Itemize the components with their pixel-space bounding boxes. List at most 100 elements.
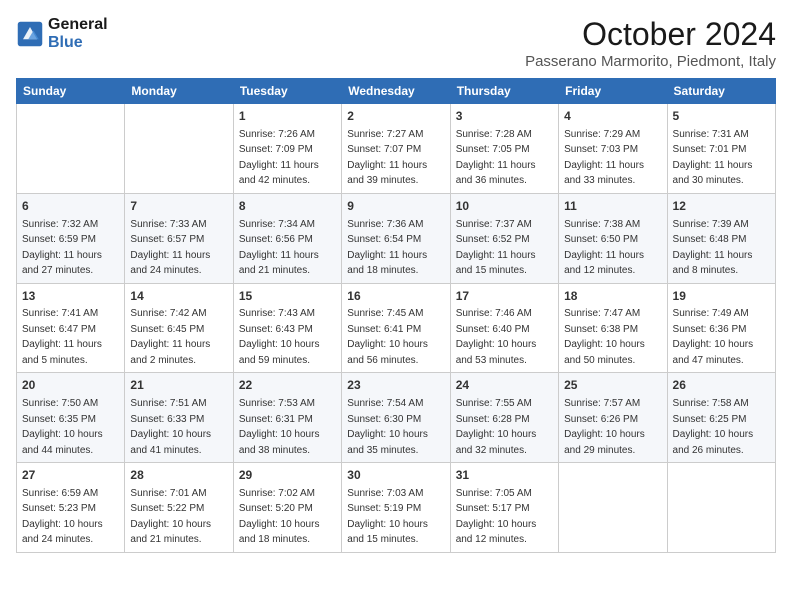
logo: General Blue	[16, 16, 108, 52]
calendar-cell: 16 Sunrise: 7:45 AMSunset: 6:41 PMDayligh…	[342, 283, 450, 373]
calendar-cell: 28 Sunrise: 7:01 AMSunset: 5:22 PMDayligh…	[125, 463, 233, 553]
day-number: 4	[564, 108, 661, 125]
day-number: 1	[239, 108, 336, 125]
calendar-cell: 21Sunrise: 7:51 AMSunset: 6:33 PMDayligh…	[125, 373, 233, 463]
day-info: Sunrise: 7:28 AMSunset: 7:05 PMDaylight:…	[456, 129, 536, 187]
calendar-cell: 10 Sunrise: 7:37 AMSunset: 6:52 PMDayligh…	[450, 193, 558, 283]
day-info: Sunrise: 7:54 AMSunset: 6:30 PMDaylight:…	[347, 398, 428, 456]
day-number: 30	[347, 467, 444, 484]
calendar-cell	[559, 463, 667, 553]
calendar-cell: 15 Sunrise: 7:43 AMSunset: 6:43 PMDayligh…	[233, 283, 341, 373]
day-info: Sunrise: 7:26 AMSunset: 7:09 PMDaylight:…	[239, 129, 319, 187]
calendar-cell: 19Sunrise: 7:49 AMSunset: 6:36 PMDayligh…	[667, 283, 775, 373]
day-info: Sunrise: 7:45 AMSunset: 6:41 PMDaylight:…	[347, 308, 428, 366]
calendar-cell: 8 Sunrise: 7:34 AMSunset: 6:56 PMDaylight…	[233, 193, 341, 283]
day-info: Sunrise: 7:34 AMSunset: 6:56 PMDaylight:…	[239, 219, 319, 277]
weekday-header-sunday: Sunday	[17, 79, 125, 104]
day-info: Sunrise: 7:47 AMSunset: 6:38 PMDaylight:…	[564, 308, 645, 366]
day-number: 13	[22, 288, 119, 305]
day-info: Sunrise: 7:50 AMSunset: 6:35 PMDaylight:…	[22, 398, 103, 456]
day-info: Sunrise: 7:41 AMSunset: 6:47 PMDaylight:…	[22, 308, 102, 366]
day-info: Sunrise: 7:58 AMSunset: 6:25 PMDaylight:…	[673, 398, 754, 456]
calendar-cell: 20 Sunrise: 7:50 AMSunset: 6:35 PMDayligh…	[17, 373, 125, 463]
day-number: 18	[564, 288, 661, 305]
location: Passerano Marmorito, Piedmont, Italy	[525, 53, 776, 70]
calendar-cell: 24 Sunrise: 7:55 AMSunset: 6:28 PMDayligh…	[450, 373, 558, 463]
weekday-header-tuesday: Tuesday	[233, 79, 341, 104]
calendar-cell: 13 Sunrise: 7:41 AMSunset: 6:47 PMDayligh…	[17, 283, 125, 373]
day-info: Sunrise: 7:55 AMSunset: 6:28 PMDaylight:…	[456, 398, 537, 456]
day-number: 25	[564, 377, 661, 394]
calendar-cell: 26 Sunrise: 7:58 AMSunset: 6:25 PMDayligh…	[667, 373, 775, 463]
day-info: Sunrise: 7:27 AMSunset: 7:07 PMDaylight:…	[347, 129, 427, 187]
day-number: 6	[22, 198, 119, 215]
calendar-cell: 1 Sunrise: 7:26 AMSunset: 7:09 PMDaylight…	[233, 104, 341, 194]
day-number: 20	[22, 377, 119, 394]
day-info: Sunrise: 7:33 AMSunset: 6:57 PMDaylight:…	[130, 219, 210, 277]
calendar-table: SundayMondayTuesdayWednesdayThursdayFrid…	[16, 78, 776, 553]
calendar-cell: 9Sunrise: 7:36 AMSunset: 6:54 PMDaylight…	[342, 193, 450, 283]
calendar-cell: 22Sunrise: 7:53 AMSunset: 6:31 PMDayligh…	[233, 373, 341, 463]
calendar-cell: 18 Sunrise: 7:47 AMSunset: 6:38 PMDayligh…	[559, 283, 667, 373]
day-info: Sunrise: 7:32 AMSunset: 6:59 PMDaylight:…	[22, 219, 102, 277]
day-number: 29	[239, 467, 336, 484]
day-number: 27	[22, 467, 119, 484]
calendar-week-2: 6 Sunrise: 7:32 AMSunset: 6:59 PMDaylight…	[17, 193, 776, 283]
day-info: Sunrise: 7:31 AMSunset: 7:01 PMDaylight:…	[673, 129, 753, 187]
weekday-header-saturday: Saturday	[667, 79, 775, 104]
day-number: 26	[673, 377, 770, 394]
day-number: 31	[456, 467, 553, 484]
calendar-cell: 5 Sunrise: 7:31 AMSunset: 7:01 PMDaylight…	[667, 104, 775, 194]
day-info: Sunrise: 7:36 AMSunset: 6:54 PMDaylight:…	[347, 219, 427, 277]
day-number: 16	[347, 288, 444, 305]
calendar-cell: 14Sunrise: 7:42 AMSunset: 6:45 PMDayligh…	[125, 283, 233, 373]
day-info: Sunrise: 7:42 AMSunset: 6:45 PMDaylight:…	[130, 308, 210, 366]
calendar-cell	[17, 104, 125, 194]
day-number: 3	[456, 108, 553, 125]
title-block: October 2024 Passerano Marmorito, Piedmo…	[525, 16, 776, 70]
weekday-header-friday: Friday	[559, 79, 667, 104]
calendar-week-5: 27 Sunrise: 6:59 AMSunset: 5:23 PMDayligh…	[17, 463, 776, 553]
calendar-cell: 11 Sunrise: 7:38 AMSunset: 6:50 PMDayligh…	[559, 193, 667, 283]
weekday-header-wednesday: Wednesday	[342, 79, 450, 104]
calendar-cell: 3 Sunrise: 7:28 AMSunset: 7:05 PMDaylight…	[450, 104, 558, 194]
calendar-week-4: 20 Sunrise: 7:50 AMSunset: 6:35 PMDayligh…	[17, 373, 776, 463]
day-info: Sunrise: 7:38 AMSunset: 6:50 PMDaylight:…	[564, 219, 644, 277]
calendar-cell: 6 Sunrise: 7:32 AMSunset: 6:59 PMDaylight…	[17, 193, 125, 283]
day-number: 22	[239, 377, 336, 394]
day-number: 23	[347, 377, 444, 394]
calendar-cell: 12 Sunrise: 7:39 AMSunset: 6:48 PMDayligh…	[667, 193, 775, 283]
logo-text: General Blue	[48, 16, 108, 52]
day-number: 5	[673, 108, 770, 125]
day-info: Sunrise: 7:51 AMSunset: 6:33 PMDaylight:…	[130, 398, 211, 456]
calendar-cell: 2Sunrise: 7:27 AMSunset: 7:07 PMDaylight…	[342, 104, 450, 194]
day-number: 11	[564, 198, 661, 215]
calendar-week-1: 1 Sunrise: 7:26 AMSunset: 7:09 PMDaylight…	[17, 104, 776, 194]
calendar-cell: 23 Sunrise: 7:54 AMSunset: 6:30 PMDayligh…	[342, 373, 450, 463]
calendar-cell: 27 Sunrise: 6:59 AMSunset: 5:23 PMDayligh…	[17, 463, 125, 553]
calendar-cell: 29 Sunrise: 7:02 AMSunset: 5:20 PMDayligh…	[233, 463, 341, 553]
page-header: General Blue October 2024 Passerano Marm…	[16, 16, 776, 70]
day-info: Sunrise: 7:49 AMSunset: 6:36 PMDaylight:…	[673, 308, 754, 366]
calendar-cell: 7Sunrise: 7:33 AMSunset: 6:57 PMDaylight…	[125, 193, 233, 283]
day-number: 8	[239, 198, 336, 215]
day-number: 10	[456, 198, 553, 215]
day-number: 15	[239, 288, 336, 305]
day-number: 24	[456, 377, 553, 394]
day-info: Sunrise: 7:39 AMSunset: 6:48 PMDaylight:…	[673, 219, 753, 277]
day-info: Sunrise: 6:59 AMSunset: 5:23 PMDaylight:…	[22, 488, 103, 546]
day-number: 12	[673, 198, 770, 215]
calendar-cell: 17Sunrise: 7:46 AMSunset: 6:40 PMDayligh…	[450, 283, 558, 373]
day-info: Sunrise: 7:01 AMSunset: 5:22 PMDaylight:…	[130, 488, 211, 546]
calendar-cell: 25 Sunrise: 7:57 AMSunset: 6:26 PMDayligh…	[559, 373, 667, 463]
calendar-cell	[125, 104, 233, 194]
calendar-cell: 31Sunrise: 7:05 AMSunset: 5:17 PMDayligh…	[450, 463, 558, 553]
day-info: Sunrise: 7:02 AMSunset: 5:20 PMDaylight:…	[239, 488, 320, 546]
month-title: October 2024	[525, 16, 776, 53]
day-number: 28	[130, 467, 227, 484]
weekday-header-thursday: Thursday	[450, 79, 558, 104]
day-info: Sunrise: 7:43 AMSunset: 6:43 PMDaylight:…	[239, 308, 320, 366]
day-info: Sunrise: 7:37 AMSunset: 6:52 PMDaylight:…	[456, 219, 536, 277]
day-info: Sunrise: 7:57 AMSunset: 6:26 PMDaylight:…	[564, 398, 645, 456]
weekday-header-row: SundayMondayTuesdayWednesdayThursdayFrid…	[17, 79, 776, 104]
